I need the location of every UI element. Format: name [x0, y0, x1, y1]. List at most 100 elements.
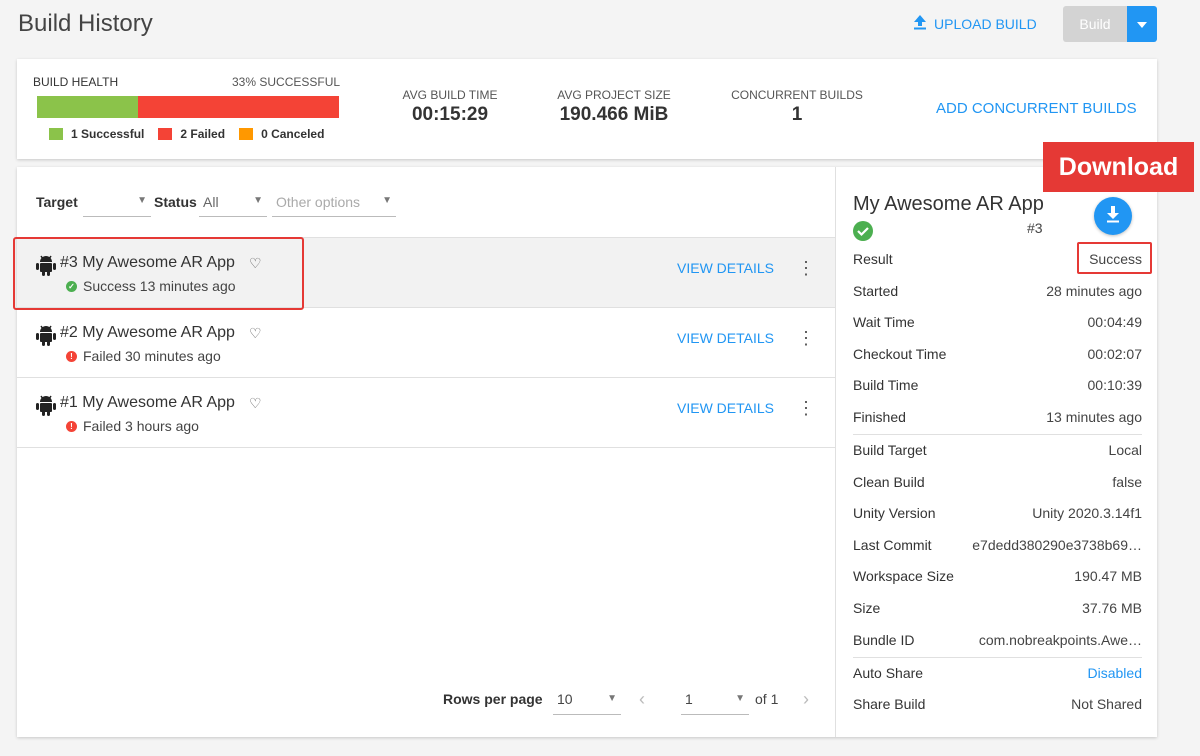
- view-details-button[interactable]: VIEW DETAILS: [677, 330, 774, 346]
- download-callout: Download: [1043, 142, 1194, 192]
- detail-auto-share: Auto Share Disabled: [853, 657, 1142, 689]
- detail-label: Started: [853, 282, 899, 299]
- stat-avg-build-time: AVG BUILD TIME 00:15:29: [395, 88, 505, 126]
- status-filter-select[interactable]: All ▼: [199, 189, 267, 217]
- build-dropdown-button[interactable]: [1127, 6, 1157, 42]
- detail-title: My Awesome AR App: [853, 193, 1044, 215]
- detail-value: Local: [1108, 441, 1142, 458]
- target-filter-label: Target: [36, 194, 78, 210]
- upload-icon: [912, 14, 928, 33]
- build-health-label: BUILD HEALTH: [33, 75, 119, 89]
- detail-value: 00:04:49: [1087, 313, 1143, 330]
- health-bar-failed: [137, 96, 339, 118]
- add-concurrent-builds-link[interactable]: ADD CONCURRENT BUILDS: [936, 100, 1137, 117]
- stat-value: 1: [791, 104, 803, 125]
- detail-label: Build Time: [853, 376, 919, 393]
- stat-avg-project-size: AVG PROJECT SIZE 190.466 MiB: [549, 88, 679, 126]
- detail-value: 00:02:07: [1087, 345, 1143, 362]
- detail-label: Result: [853, 250, 893, 267]
- detail-checkout-time: Checkout Time 00:02:07: [853, 338, 1142, 370]
- view-details-button[interactable]: VIEW DETAILS: [677, 400, 774, 416]
- download-button[interactable]: [1094, 197, 1132, 235]
- rows-per-page-value: 10: [557, 691, 573, 707]
- rows-per-page-select[interactable]: 10 ▼: [553, 687, 621, 715]
- legend-failed: 2 Failed: [158, 127, 225, 141]
- build-health-percent: 33% SUCCESSFUL: [232, 75, 341, 89]
- more-vert-icon[interactable]: ⋮: [797, 259, 815, 277]
- stat-value: 00:15:29: [411, 104, 489, 125]
- detail-label: Finished: [853, 408, 906, 425]
- page-title: Build History: [18, 10, 153, 37]
- build-button[interactable]: Build: [1063, 6, 1127, 42]
- detail-value: 13 minutes ago: [1046, 408, 1142, 425]
- detail-build-target: Build Target Local: [853, 434, 1142, 466]
- android-icon: [36, 394, 56, 421]
- heart-icon[interactable]: ♡: [249, 325, 262, 342]
- status-filter-value: All: [203, 194, 219, 210]
- legend-label: 2 Failed: [180, 127, 226, 141]
- chevron-down-icon: ▼: [735, 693, 745, 704]
- stat-value: 190.466 MiB: [559, 104, 669, 125]
- row-divider: [17, 447, 835, 448]
- upload-build-button[interactable]: UPLOAD BUILD: [912, 14, 1037, 33]
- build-status: ! Failed 30 minutes ago: [66, 348, 221, 364]
- stat-concurrent-builds: CONCURRENT BUILDS 1: [722, 88, 872, 126]
- detail-workspace-size: Workspace Size 190.47 MB: [853, 560, 1142, 592]
- legend-canceled: 0 Canceled: [239, 127, 324, 141]
- detail-label: Build Target: [853, 441, 927, 458]
- detail-label: Auto Share: [853, 664, 924, 681]
- health-bar-success: [37, 96, 138, 118]
- more-vert-icon[interactable]: ⋮: [797, 399, 815, 417]
- other-options-select[interactable]: Other options ▼: [272, 189, 396, 217]
- auto-share-link[interactable]: Disabled: [1088, 665, 1142, 681]
- legend-swatch-success: [49, 128, 63, 140]
- build-title: #2 My Awesome AR App: [60, 324, 235, 341]
- detail-label: Checkout Time: [853, 345, 947, 362]
- view-details-button[interactable]: VIEW DETAILS: [677, 260, 774, 276]
- build-row[interactable]: #2 My Awesome AR App ♡ ! Failed 30 minut…: [17, 307, 835, 377]
- detail-value: false: [1112, 473, 1142, 490]
- chevron-down-icon: ▼: [607, 693, 617, 704]
- chevron-left-icon[interactable]: ‹: [639, 689, 645, 710]
- detail-label: Size: [853, 599, 881, 616]
- error-circle-icon: !: [66, 420, 77, 432]
- filter-bar: Target ▼ Status All ▼ Other options ▼: [17, 167, 835, 237]
- page-value: 1: [685, 691, 693, 707]
- heart-icon[interactable]: ♡: [249, 395, 262, 412]
- legend-label: 0 Canceled: [261, 127, 325, 141]
- chevron-down-icon: ▼: [253, 195, 263, 206]
- more-vert-icon[interactable]: ⋮: [797, 329, 815, 347]
- detail-value: 28 minutes ago: [1046, 282, 1142, 299]
- detail-share-build: Share Build Not Shared: [853, 688, 1142, 720]
- detail-unity-version: Unity Version Unity 2020.3.14f1: [853, 497, 1142, 529]
- result-highlight: [1077, 242, 1152, 274]
- download-icon: [1105, 205, 1121, 228]
- stat-label: AVG BUILD TIME: [402, 88, 498, 102]
- build-status-text: Failed 30 minutes ago: [83, 348, 221, 364]
- detail-started: Started 28 minutes ago: [853, 275, 1142, 307]
- detail-value: 00:10:39: [1087, 376, 1143, 393]
- detail-finished: Finished 13 minutes ago: [853, 401, 1142, 433]
- stat-label: AVG PROJECT SIZE: [557, 88, 671, 102]
- chevron-down-icon: ▼: [137, 195, 147, 206]
- legend-label: 1 Successful: [71, 127, 145, 141]
- detail-wait-time: Wait Time 00:04:49: [853, 306, 1142, 338]
- legend-swatch-failed: [158, 128, 173, 140]
- detail-build-number: #3: [1027, 220, 1043, 236]
- detail-label: Share Build: [853, 695, 926, 712]
- detail-build-time: Build Time 00:10:39: [853, 369, 1142, 401]
- detail-value: 37.76 MB: [1082, 599, 1142, 616]
- build-row[interactable]: #1 My Awesome AR App ♡ ! Failed 3 hours …: [17, 377, 835, 448]
- detail-value: com.nobreakpoints.Awe…: [978, 631, 1142, 648]
- target-filter-select[interactable]: ▼: [83, 189, 151, 217]
- page-select[interactable]: 1 ▼: [681, 687, 749, 715]
- build-title: #1 My Awesome AR App: [60, 394, 235, 411]
- build-status-text: Failed 3 hours ago: [83, 418, 199, 434]
- legend-successful: 1 Successful: [49, 127, 144, 141]
- chevron-right-icon[interactable]: ›: [803, 689, 809, 710]
- other-options-placeholder: Other options: [276, 194, 361, 210]
- detail-value: Unity 2020.3.14f1: [1032, 504, 1142, 521]
- build-health-bar: [37, 96, 339, 118]
- detail-label: Wait Time: [853, 313, 915, 330]
- detail-label: Bundle ID: [853, 631, 915, 648]
